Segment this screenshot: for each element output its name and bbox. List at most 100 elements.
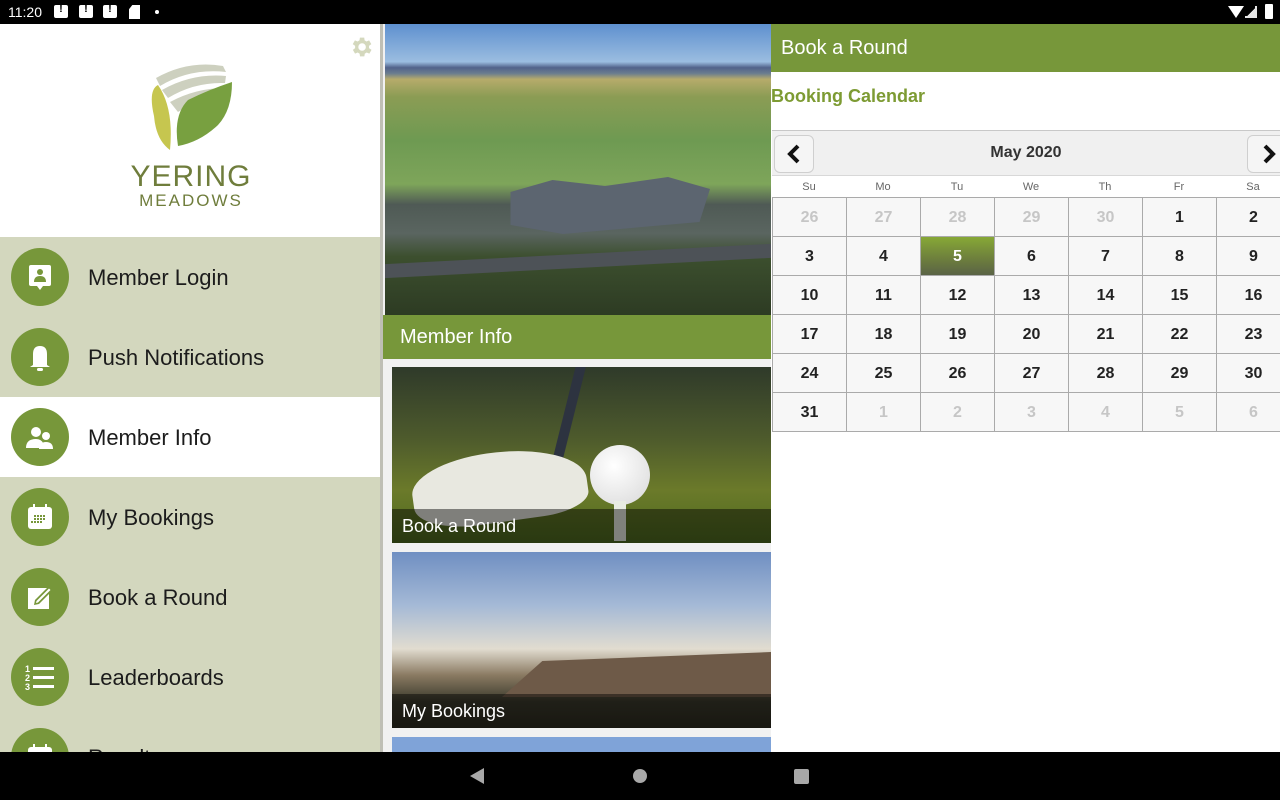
calendar-day[interactable]: 18 xyxy=(847,315,921,354)
calendar-day-other-month[interactable]: 5 xyxy=(1143,393,1217,432)
calendar-day-other-month[interactable]: 28 xyxy=(921,198,995,237)
calendar-day[interactable]: 1 xyxy=(1143,198,1217,237)
system-nav-bar xyxy=(0,752,1280,800)
drawer-item-member-login[interactable]: Member Login xyxy=(0,237,380,317)
calendar-day[interactable]: 31 xyxy=(773,393,847,432)
members-icon xyxy=(11,408,69,466)
calendar-day[interactable]: 23 xyxy=(1217,315,1280,354)
weekday-row: Su Mo Tu We Th Fr Sa xyxy=(772,176,1280,197)
calendar-day-other-month[interactable]: 26 xyxy=(773,198,847,237)
calendar-day[interactable]: 7 xyxy=(1069,237,1143,276)
signal-icon xyxy=(1245,6,1257,18)
calendar-day-other-month[interactable]: 29 xyxy=(995,198,1069,237)
calendar-day[interactable]: 6 xyxy=(995,237,1069,276)
drawer-item-results[interactable]: Results xyxy=(0,717,380,752)
weekday-label: Sa xyxy=(1246,181,1260,193)
tile-partial[interactable] xyxy=(392,737,771,752)
gear-icon[interactable] xyxy=(348,34,374,60)
clubhouse-shape xyxy=(510,177,710,234)
status-bar: 11:20 xyxy=(0,0,1280,24)
weekday-label: Th xyxy=(1098,181,1112,193)
calendar-day[interactable]: 9 xyxy=(1217,237,1280,276)
calendar-day[interactable]: 8 xyxy=(1143,237,1217,276)
road-shape xyxy=(385,243,771,279)
status-time: 11:20 xyxy=(8,4,42,20)
next-month-button[interactable] xyxy=(1247,135,1280,173)
calendar-day[interactable]: 12 xyxy=(921,276,995,315)
drawer-item-label: Push Notifications xyxy=(88,345,265,370)
tile-caption: My Bookings xyxy=(402,701,506,721)
calendar-icon xyxy=(11,488,69,546)
notification-alert-icon xyxy=(54,3,68,18)
weekday-label: Tu xyxy=(950,181,964,193)
calendar-day[interactable]: 24 xyxy=(773,354,847,393)
drawer-item-label: Member Login xyxy=(88,265,229,290)
calendar-day[interactable]: 22 xyxy=(1143,315,1217,354)
logo-mark-icon xyxy=(151,64,232,150)
calendar-day[interactable]: 10 xyxy=(773,276,847,315)
ranked-list-icon: 123 xyxy=(11,648,69,706)
back-icon[interactable] xyxy=(470,768,484,784)
calendar-day[interactable]: 28 xyxy=(1069,354,1143,393)
calendar-day-other-month[interactable]: 27 xyxy=(847,198,921,237)
book-a-round-panel: Book a Round Booking Calendar May 2020 S… xyxy=(771,24,1280,752)
weekday-label: We xyxy=(1022,181,1040,193)
calendar-day[interactable]: 4 xyxy=(847,237,921,276)
calendar-day[interactable]: 16 xyxy=(1217,276,1280,315)
calendar-day[interactable]: 14 xyxy=(1069,276,1143,315)
clubhouse-shape xyxy=(502,652,771,697)
weekday-label: Su xyxy=(802,181,816,193)
tile-book-a-round[interactable]: Book a Round xyxy=(392,367,771,543)
calendar-day-other-month[interactable]: 6 xyxy=(1217,393,1280,432)
calendar-day[interactable]: 15 xyxy=(1143,276,1217,315)
chevron-right-icon xyxy=(1263,144,1276,164)
calendar-day[interactable]: 2 xyxy=(1217,198,1280,237)
tile-my-bookings[interactable]: My Bookings xyxy=(392,552,771,728)
calendar-day[interactable]: 27 xyxy=(995,354,1069,393)
calendar-day[interactable]: 25 xyxy=(847,354,921,393)
drawer-item-label: Book a Round xyxy=(88,585,228,610)
drawer-item-push-notifications[interactable]: Push Notifications xyxy=(0,317,380,397)
home-icon[interactable] xyxy=(633,769,647,783)
calendar-title: Booking Calendar xyxy=(771,86,926,106)
calendar-day-other-month[interactable]: 3 xyxy=(995,393,1069,432)
drawer-item-my-bookings[interactable]: My Bookings xyxy=(0,477,380,557)
calendar-grid: 26 27 28 29 30 1 2 3 4 5 6 7 8 9 10 11 12 13 14 15 16 17 18 19 2… xyxy=(772,197,1280,432)
battery-icon xyxy=(1265,4,1273,19)
calendar-day-other-month[interactable]: 30 xyxy=(1069,198,1143,237)
calendar-day[interactable]: 20 xyxy=(995,315,1069,354)
weekday-label: Fr xyxy=(1173,181,1185,193)
member-login-icon xyxy=(11,248,69,306)
drawer-header: YERING MEADOWS xyxy=(0,24,383,237)
calendar-day[interactable]: 29 xyxy=(1143,354,1217,393)
calendar-day[interactable]: 19 xyxy=(921,315,995,354)
drawer-item-leaderboards[interactable]: 123 Leaderboards xyxy=(0,637,380,717)
calendar-day[interactable]: 30 xyxy=(1217,354,1280,393)
weekday-label: Mo xyxy=(875,181,891,193)
calendar-day-other-month[interactable]: 2 xyxy=(921,393,995,432)
calendar-day[interactable]: 17 xyxy=(773,315,847,354)
calendar-day-other-month[interactable]: 4 xyxy=(1069,393,1143,432)
drawer-item-member-info[interactable]: Member Info xyxy=(0,397,380,477)
yering-meadows-logo: YERING MEADOWS xyxy=(128,60,254,210)
drawer-item-label: My Bookings xyxy=(88,505,214,530)
calendar-day[interactable]: 21 xyxy=(1069,315,1143,354)
wifi-icon xyxy=(1228,6,1244,18)
drawer-item-book-a-round[interactable]: Book a Round xyxy=(0,557,380,637)
drawer-item-label: Leaderboards xyxy=(88,665,224,690)
calendar-day-selected[interactable]: 5 xyxy=(921,237,995,276)
calendar-header: May 2020 xyxy=(772,130,1280,176)
calendar-day[interactable]: 26 xyxy=(921,354,995,393)
calendar-day[interactable]: 3 xyxy=(773,237,847,276)
notification-alert-icon xyxy=(79,3,93,18)
calendar-day[interactable]: 11 xyxy=(847,276,921,315)
course-aerial-image xyxy=(385,24,771,315)
tile-caption: Book a Round xyxy=(402,516,517,536)
sd-card-icon xyxy=(129,5,140,19)
calendar-day-other-month[interactable]: 1 xyxy=(847,393,921,432)
recents-icon[interactable] xyxy=(794,769,809,784)
calendar-day[interactable]: 13 xyxy=(995,276,1069,315)
dot-icon xyxy=(155,10,159,14)
bell-icon xyxy=(11,328,69,386)
drawer-item-label: Member Info xyxy=(88,425,212,450)
